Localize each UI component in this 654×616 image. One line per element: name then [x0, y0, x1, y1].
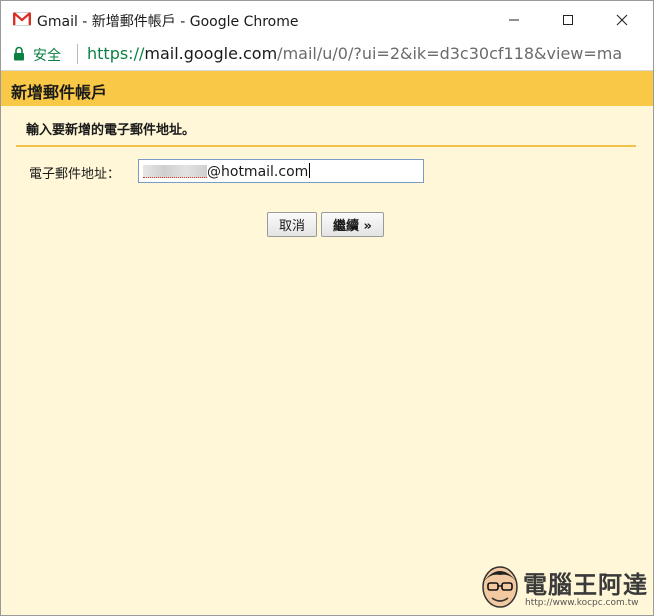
email-field-value: @hotmail.com — [207, 164, 309, 180]
watermark-url: http://www.kocpc.com.tw — [525, 598, 639, 608]
blurred-username — [143, 165, 207, 178]
email-field-label: 電子郵件地址： — [29, 167, 121, 182]
maximize-button[interactable] — [545, 1, 591, 38]
title-bar: Gmail - 新增郵件帳戶 - Google Chrome — [1, 1, 653, 38]
watermark: 電腦王阿達 http://www.kocpc.com.tw — [475, 559, 648, 615]
dialog-page: 新增郵件帳戶 輸入要新增的電子郵件地址。 電子郵件地址： @hotmail.co… — [1, 71, 653, 615]
security-label[interactable]: 安全 — [33, 45, 61, 65]
browser-window: Gmail - 新增郵件帳戶 - Google Chrome 安全 https:… — [0, 0, 654, 616]
dialog-title: 新增郵件帳戶 — [11, 83, 108, 102]
dialog-header: 新增郵件帳戶 — [1, 71, 653, 106]
cancel-button[interactable]: 取消 — [267, 212, 317, 237]
instruction-text: 輸入要新增的電子郵件地址。 — [26, 123, 196, 138]
window-title: Gmail - 新增郵件帳戶 - Google Chrome — [37, 14, 299, 30]
mascot-face-icon — [482, 566, 518, 608]
gmail-icon — [13, 12, 31, 26]
close-icon — [616, 14, 628, 25]
address-bar[interactable]: 安全 https://mail.google.com/mail/u/0/?ui=… — [1, 38, 653, 71]
url-scheme: https:// — [87, 44, 145, 63]
url-host: mail.google.com — [144, 44, 278, 63]
address-separator — [77, 44, 78, 64]
url-text[interactable]: https://mail.google.com/mail/u/0/?ui=2&i… — [87, 44, 622, 63]
continue-button[interactable]: 繼續 » — [321, 212, 384, 237]
maximize-icon — [563, 14, 573, 25]
lock-icon[interactable] — [13, 46, 25, 61]
minimize-icon — [509, 19, 519, 20]
email-field[interactable]: @hotmail.com — [138, 159, 424, 183]
close-button[interactable] — [599, 1, 645, 38]
url-path: /mail/u/0/?ui=2&ik=d3c30cf118&view=ma — [277, 44, 623, 63]
minimize-button[interactable] — [491, 1, 537, 38]
divider — [16, 145, 636, 147]
watermark-brand: 電腦王阿達 — [523, 571, 648, 599]
